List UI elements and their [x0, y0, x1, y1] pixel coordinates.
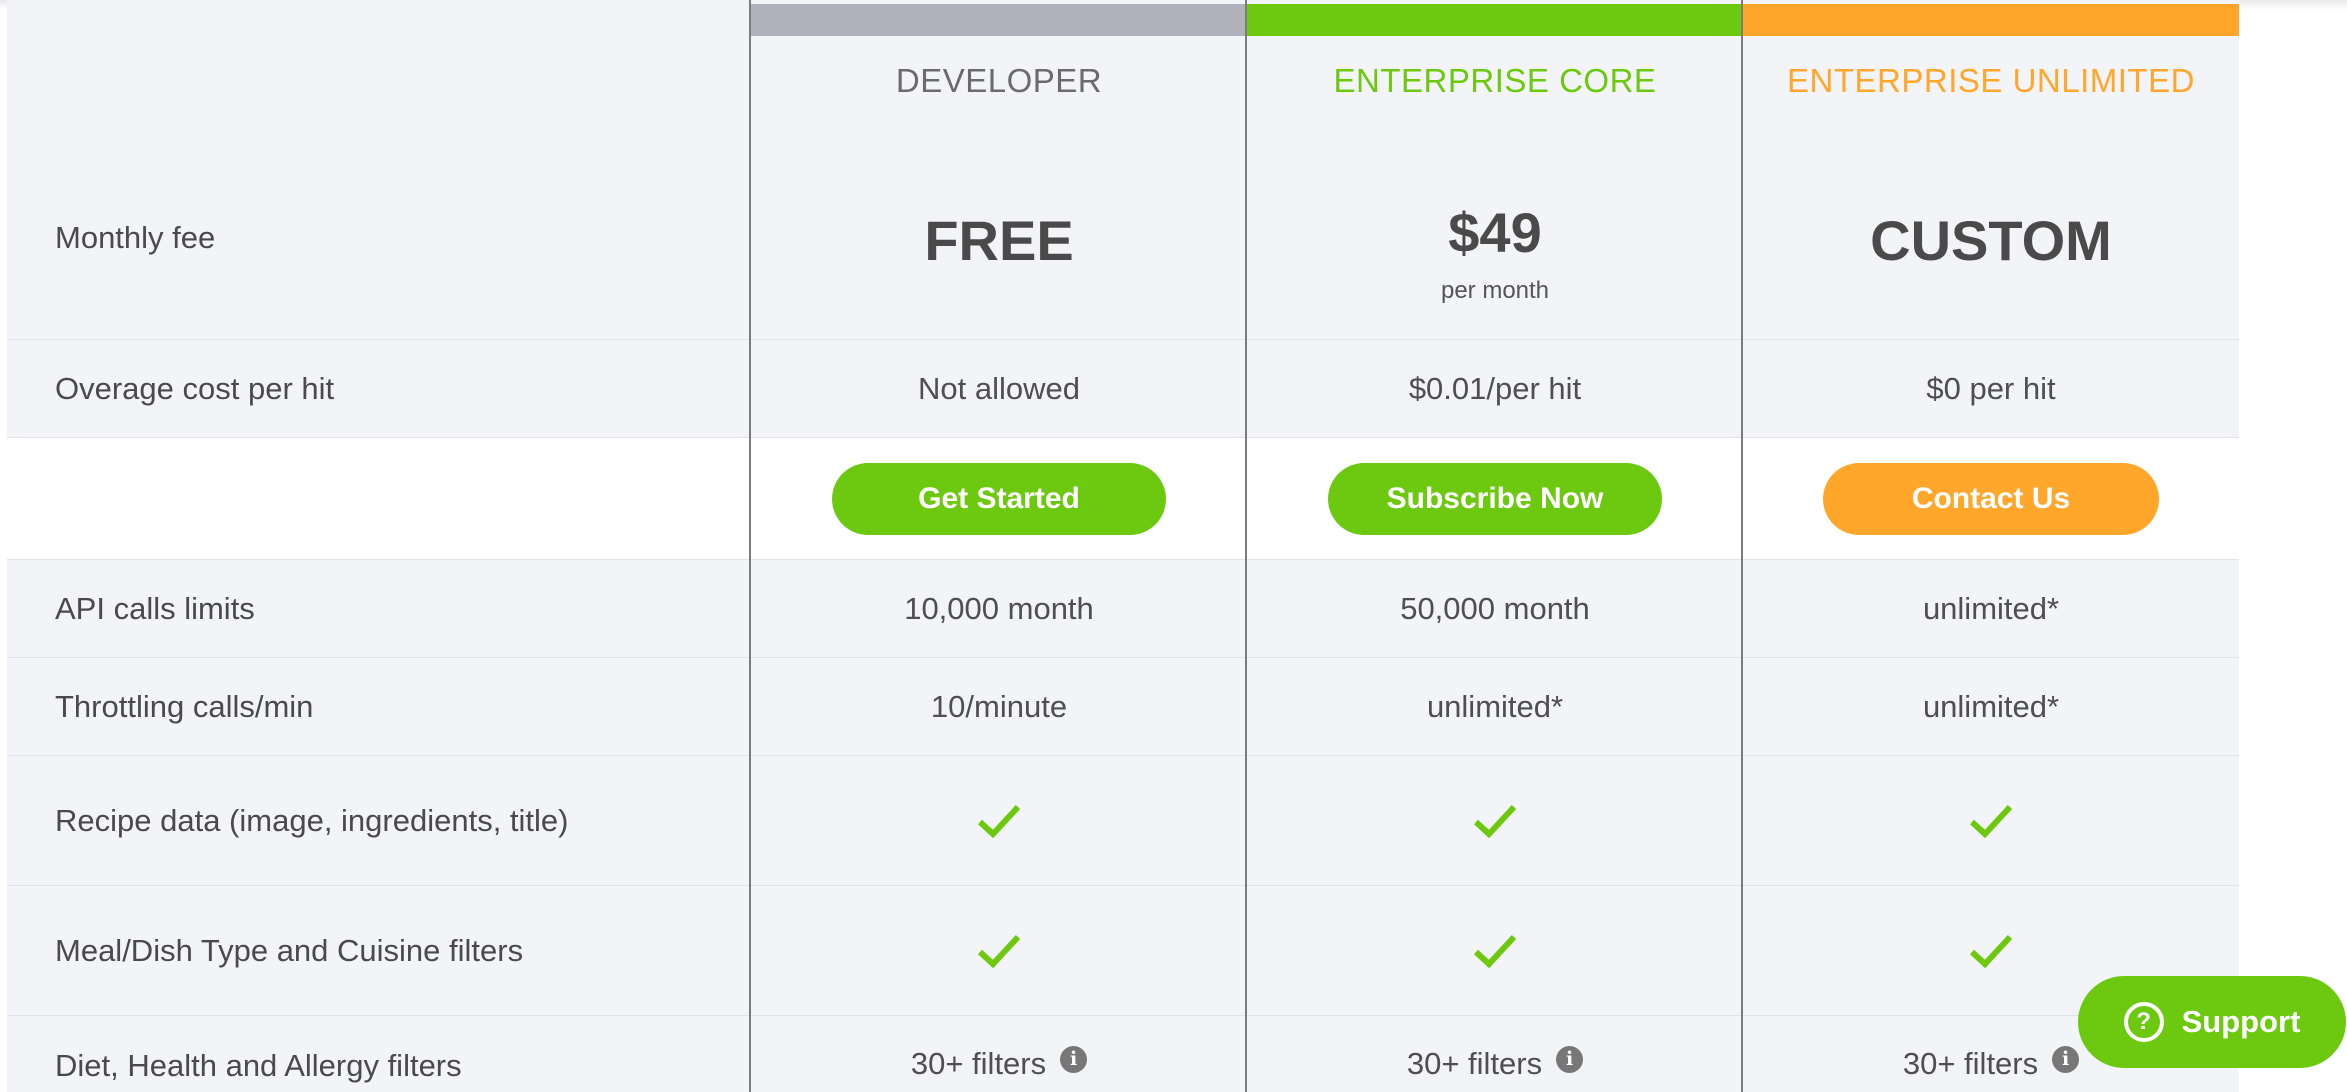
row-meal: Meal/Dish Type and Cuisine filters	[7, 886, 749, 1016]
get-started-button[interactable]: Get Started	[832, 462, 1166, 535]
plan-developer-overage: Not allowed	[918, 370, 1080, 406]
check-icon	[1969, 934, 2013, 968]
row-actions	[7, 438, 749, 560]
plan-core-overage: $0.01/per hit	[1408, 370, 1582, 406]
question-circle-icon: ?	[2123, 1002, 2164, 1042]
check-icon	[1969, 804, 2013, 838]
label-api-limits: API calls limits	[55, 590, 255, 626]
plan-core-api-limits: 50,000 month	[1400, 590, 1590, 626]
row-recipe: Recipe data (image, ingredients, title)	[7, 756, 749, 886]
plan-developer: DEVELOPER FREE Not allowed Get Started 1…	[749, 0, 1247, 1092]
row-diet: Diet, Health and Allergy filters	[7, 1016, 749, 1092]
info-icon[interactable]: i	[2052, 1046, 2080, 1073]
row-overage: Overage cost per hit	[7, 340, 749, 438]
support-label: Support	[2181, 1004, 2301, 1039]
label-monthly-fee: Monthly fee	[55, 220, 216, 255]
contact-us-button[interactable]: Contact Us	[1823, 462, 2159, 535]
row-throttling: Throttling calls/min	[7, 658, 749, 756]
subscribe-now-button[interactable]: Subscribe Now	[1328, 462, 1662, 535]
label-throttling: Throttling calls/min	[55, 688, 314, 724]
plan-unlimited-header: ENTERPRISE UNLIMITED CUSTOM	[1743, 0, 2239, 340]
plan-developer-price: FREE	[924, 209, 1074, 272]
plan-developer-diet: 30+ filters	[910, 1046, 1047, 1081]
check-icon	[1473, 934, 1517, 968]
plan-core-name: ENTERPRISE CORE	[1333, 62, 1657, 99]
row-api-limits: API calls limits	[7, 560, 749, 658]
support-button[interactable]: ? Support	[2078, 976, 2346, 1068]
label-recipe: Recipe data (image, ingredients, title)	[55, 802, 569, 838]
plan-developer-name: DEVELOPER	[895, 62, 1103, 99]
check-icon	[977, 934, 1021, 968]
plan-developer-api-limits: 10,000 month	[904, 590, 1094, 626]
plan-unlimited-color-bar	[1743, 4, 2239, 36]
plan-core-price: $49	[1448, 201, 1542, 264]
info-icon[interactable]: i	[1556, 1046, 1584, 1073]
info-icon[interactable]: i	[1060, 1046, 1088, 1073]
plan-enterprise-unlimited: ENTERPRISE UNLIMITED CUSTOM $0 per hit C…	[1741, 0, 2239, 1092]
plan-unlimited-name: ENTERPRISE UNLIMITED	[1787, 62, 2195, 99]
plan-core-price-period: per month	[1440, 277, 1550, 304]
label-overage: Overage cost per hit	[55, 370, 335, 406]
plan-developer-header: DEVELOPER FREE	[751, 0, 1247, 340]
plan-unlimited-overage: $0 per hit	[1926, 370, 2056, 406]
plan-developer-color-bar	[751, 4, 1247, 36]
feature-label-column: Monthly fee Overage cost per hit API cal…	[7, 0, 749, 1092]
plan-unlimited-price: CUSTOM	[1870, 209, 2112, 272]
plan-core-diet: 30+ filters	[1406, 1046, 1543, 1081]
plan-unlimited-diet: 30+ filters	[1902, 1046, 2039, 1081]
label-diet: Diet, Health and Allergy filters	[55, 1048, 462, 1083]
check-icon	[1473, 804, 1517, 838]
check-icon	[977, 804, 1021, 838]
plan-core-color-bar	[1247, 4, 1743, 36]
plan-unlimited-throttling: unlimited*	[1922, 688, 2060, 724]
header-row: Monthly fee	[7, 0, 749, 340]
pricing-table: Monthly fee Overage cost per hit API cal…	[7, 0, 2239, 1092]
label-meal: Meal/Dish Type and Cuisine filters	[55, 932, 524, 968]
plan-developer-throttling: 10/minute	[930, 688, 1068, 724]
plan-unlimited-api-limits: unlimited*	[1922, 590, 2060, 626]
plan-enterprise-core: ENTERPRISE CORE $49 per month $0.01/per …	[1245, 0, 1743, 1092]
plan-core-header: ENTERPRISE CORE $49 per month	[1247, 0, 1743, 340]
plan-core-throttling: unlimited*	[1426, 688, 1564, 724]
